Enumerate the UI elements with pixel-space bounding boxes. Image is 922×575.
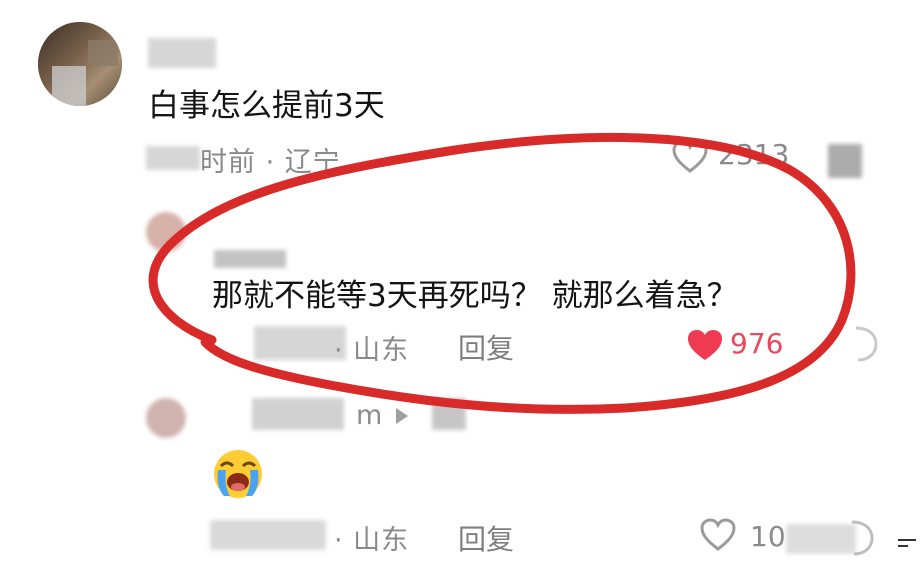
annotation-circle — [148, 132, 856, 414]
